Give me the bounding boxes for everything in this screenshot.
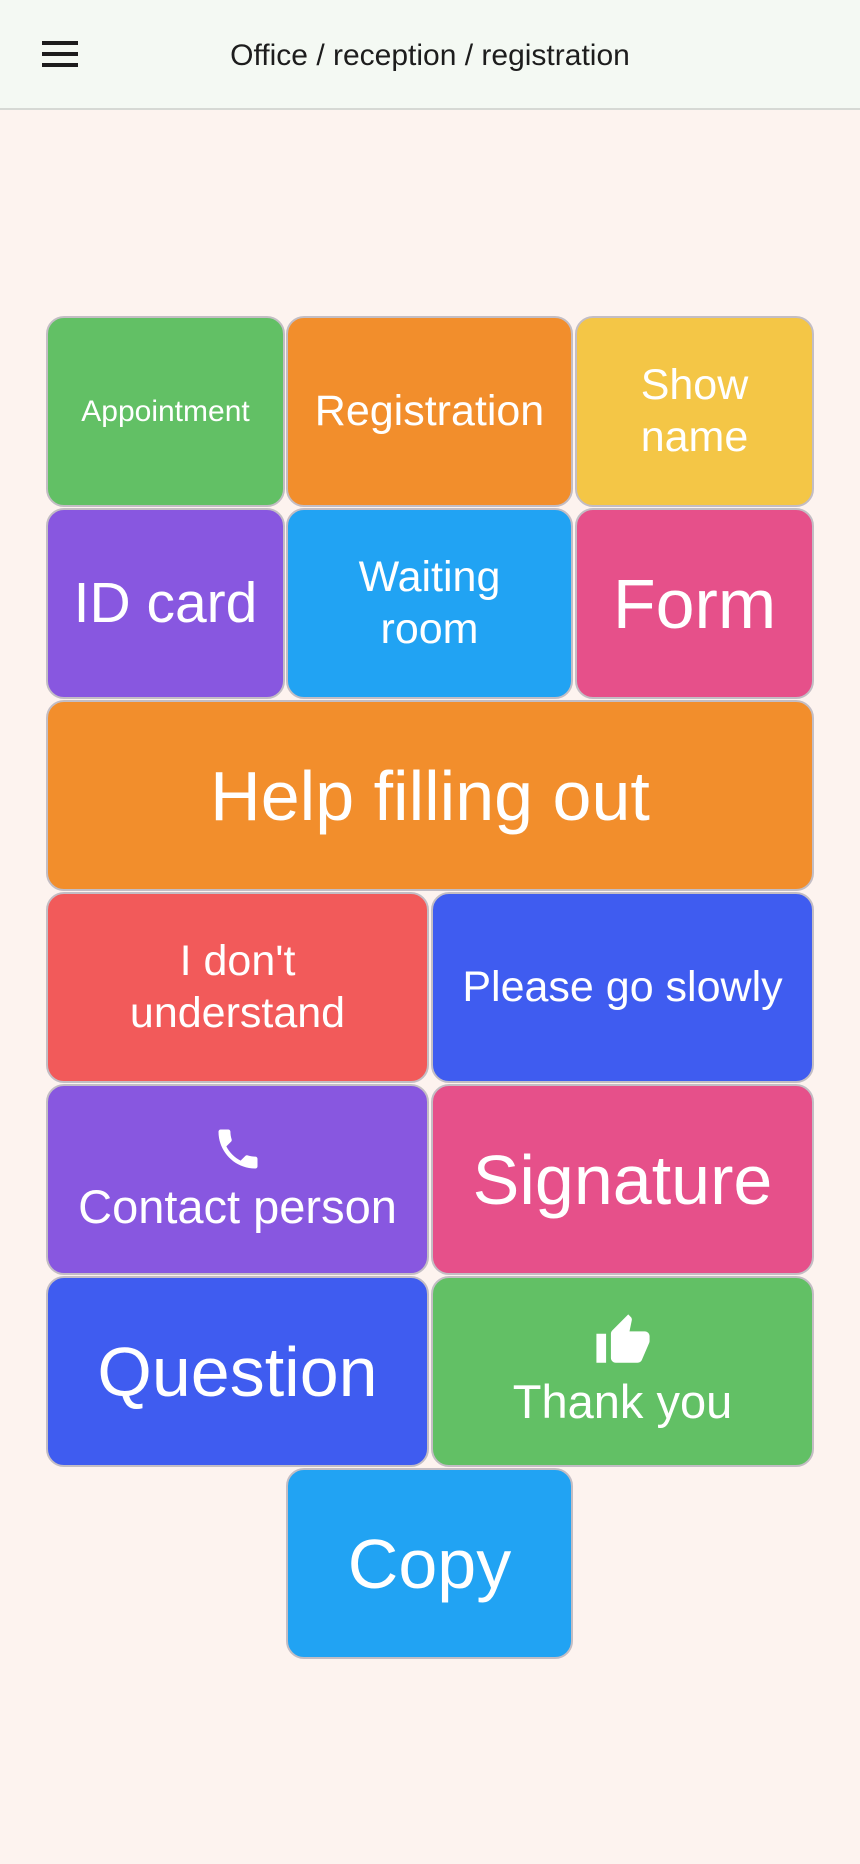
tile-label: Question <box>97 1332 378 1411</box>
tile-label: Registration <box>314 386 545 435</box>
tile-label: Waiting room <box>358 552 501 653</box>
tile-label: Help filling out <box>210 756 650 835</box>
tile-i-dont-understand[interactable]: I don't understand <box>46 892 429 1083</box>
tile-label: Signature <box>472 1140 773 1219</box>
tile-contact-person[interactable]: Contact person <box>46 1084 429 1275</box>
tile-appointment[interactable]: Appointment <box>46 316 285 507</box>
tile-label: Thank you <box>512 1375 733 1429</box>
tile-waiting-room[interactable]: Waiting room <box>286 508 573 699</box>
tile-label: Please go slowly <box>462 962 783 1011</box>
tile-label: Contact person <box>78 1180 397 1234</box>
tile-label: Appointment <box>81 394 250 428</box>
tile-signature[interactable]: Signature <box>431 1084 814 1275</box>
tile-help-filling-out[interactable]: Help filling out <box>46 700 814 891</box>
tile-label: Form <box>612 564 777 643</box>
tile-question[interactable]: Question <box>46 1276 429 1467</box>
tile-label: Copy <box>347 1524 512 1603</box>
phone-icon <box>212 1123 264 1175</box>
tile-copy[interactable]: Copy <box>286 1468 573 1659</box>
tile-registration[interactable]: Registration <box>286 316 573 507</box>
tile-id-card[interactable]: ID card <box>46 508 285 699</box>
tile-label: ID card <box>73 571 258 636</box>
tile-label: Show name <box>640 360 749 461</box>
tile-label: I don't understand <box>129 936 346 1037</box>
thumbs-up-icon <box>594 1312 652 1370</box>
page-title: Office / reception / registration <box>230 39 630 72</box>
app-bar: Office / reception / registration <box>0 0 860 110</box>
tile-show-name[interactable]: Show name <box>575 316 814 507</box>
tile-form[interactable]: Form <box>575 508 814 699</box>
tile-please-go-slowly[interactable]: Please go slowly <box>431 892 814 1083</box>
tile-thank-you[interactable]: Thank you <box>431 1276 814 1467</box>
